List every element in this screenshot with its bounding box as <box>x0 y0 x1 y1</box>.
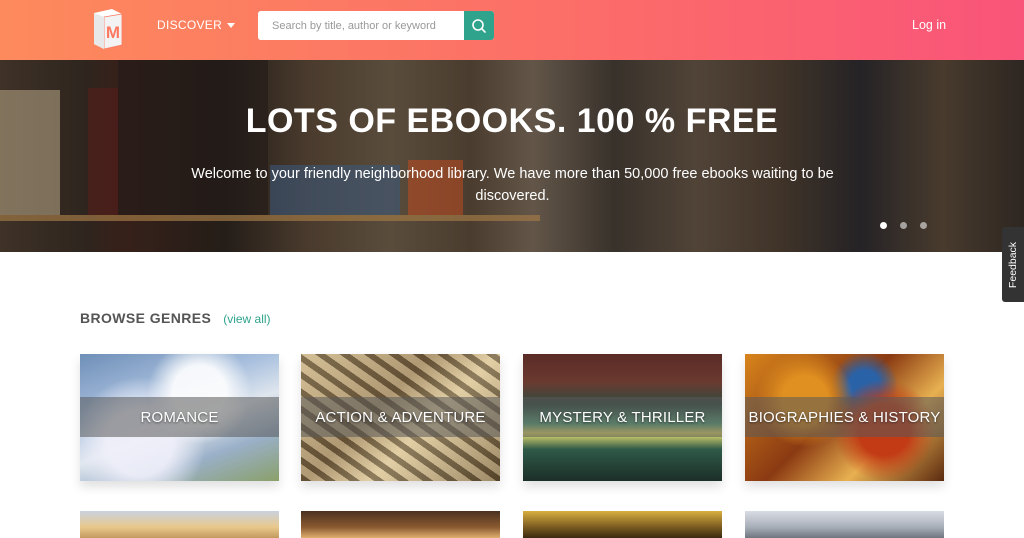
browse-genres-heading: BROWSE GENRES (view all) <box>80 310 271 326</box>
search-input[interactable] <box>258 11 464 40</box>
genre-label-band: MYSTERY & THRILLER <box>523 397 722 437</box>
feedback-tab[interactable]: Feedback <box>1002 227 1024 302</box>
search-icon <box>472 18 486 33</box>
genre-tile[interactable] <box>301 511 500 538</box>
genre-label-band: ROMANCE <box>80 397 279 437</box>
hero-subtitle: Welcome to your friendly neighborhood li… <box>191 166 834 204</box>
genre-label: ACTION & ADVENTURE <box>315 408 486 426</box>
chevron-down-icon <box>227 22 236 28</box>
view-all-genres-link[interactable]: (view all) <box>223 312 270 326</box>
hero-background-shelf <box>0 215 540 221</box>
genre-tile-action-adventure[interactable]: ACTION & ADVENTURE <box>301 354 500 481</box>
genre-label-band: ACTION & ADVENTURE <box>301 397 500 437</box>
genre-tile-biographies-history[interactable]: BIOGRAPHIES & HISTORY <box>745 354 944 481</box>
manybooks-logo[interactable]: M <box>90 5 126 51</box>
login-link[interactable]: Log in <box>912 18 946 32</box>
top-navbar: M DISCOVER Log in <box>0 0 1024 60</box>
genre-label-band: BIOGRAPHIES & HISTORY <box>745 397 944 437</box>
carousel-indicators <box>880 222 927 229</box>
genre-tile[interactable] <box>523 511 722 538</box>
hero-title: LOTS OF EBOOKS. 100 % FREE <box>245 102 779 140</box>
section-title: BROWSE GENRES <box>80 310 212 326</box>
carousel-dot-2[interactable] <box>900 222 907 229</box>
genre-label: BIOGRAPHIES & HISTORY <box>748 408 941 426</box>
discover-label: DISCOVER <box>157 18 223 32</box>
genre-tile[interactable] <box>80 511 279 538</box>
hero-banner: LOTS OF EBOOKS. 100 % FREE Welcome to yo… <box>0 60 1024 252</box>
feedback-label: Feedback <box>1007 241 1019 288</box>
genre-label: MYSTERY & THRILLER <box>539 408 706 426</box>
genre-tile-romance[interactable]: ROMANCE <box>80 354 279 481</box>
genre-tile-mystery-thriller[interactable]: MYSTERY & THRILLER <box>523 354 722 481</box>
search-bar <box>258 11 494 40</box>
discover-menu[interactable]: DISCOVER <box>157 18 236 32</box>
genre-label: ROMANCE <box>140 408 219 426</box>
search-button[interactable] <box>464 11 494 40</box>
logo-letter: M <box>106 23 120 42</box>
carousel-dot-3[interactable] <box>920 222 927 229</box>
carousel-dot-1[interactable] <box>880 222 887 229</box>
genre-tile[interactable] <box>745 511 944 538</box>
